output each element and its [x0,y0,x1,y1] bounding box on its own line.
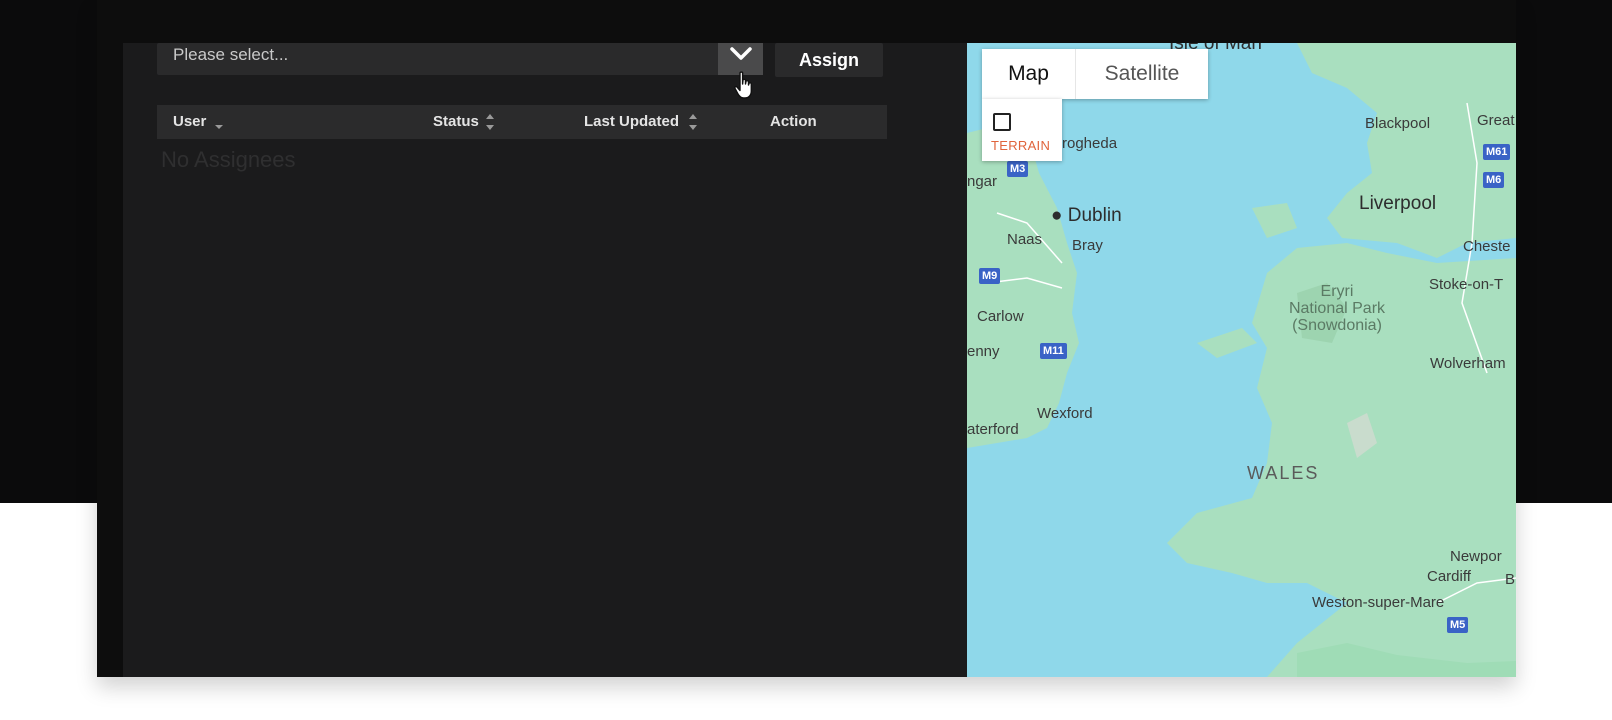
map-label-ngar: ngar [967,173,998,190]
map-label-eryri-line3: (Snowdonia) [1292,317,1382,334]
map-label-bray: Bray [1072,237,1103,254]
terrain-label: TERRAIN [991,138,1051,153]
terrain-toggle[interactable]: TERRAIN [982,99,1062,161]
map-label-chester: Cheste [1463,238,1511,255]
map-label-eryri-line2: National Park [1288,300,1386,317]
map-label-wolverhampton: Wolverham [1430,355,1506,372]
sort-desc-icon[interactable] [213,112,225,132]
column-header-last-updated-label: Last Updated [584,113,680,130]
column-header-status[interactable]: Status [433,105,479,139]
map-label-drogheda: rogheda [1062,135,1118,152]
column-header-status-label: Status [433,113,479,130]
user-select[interactable]: Please select... [157,43,763,75]
map-label-great: Great [1477,112,1515,129]
map-label-cardiff: Cardiff [1427,568,1471,585]
map-label-waterford: aterford [967,421,1019,438]
motorway-shield-m9: M9 [979,268,1001,284]
assignees-table-header: User Status Last Updated Action [157,105,887,139]
motorway-shield-m11: M11 [1040,343,1067,359]
empty-assignees-message: No Assignees [161,147,296,172]
chevron-down-icon [730,47,752,60]
map-type-satellite-button[interactable]: Satellite [1076,49,1208,99]
motorway-shield-m6: M6 [1483,172,1505,188]
map-label-dublin-text: Dublin [1067,205,1122,226]
sort-both-icon[interactable] [484,112,496,132]
map-type-control: Map Satellite [982,49,1208,99]
motorway-shield-m3: M3 [1007,161,1029,177]
hand-pointer-cursor-icon [734,71,752,99]
column-header-user-label: User [173,113,207,130]
map-label-liverpool: Liverpool [1359,193,1437,214]
assignee-panel: Please select... Assign User Status Last… [123,43,967,677]
assign-button[interactable]: Assign [775,43,883,77]
map-type-map-button[interactable]: Map [982,49,1076,99]
map-label-blackpool: Blackpool [1365,115,1431,132]
column-header-action-label: Action [770,113,817,130]
map-view[interactable]: Isle of Man rogheda ngar ● Dublin Naas B… [967,43,1516,677]
map-label-eryri: Eryri National Park (Snowdonia) [1277,283,1397,334]
map-label-eryri-line1: Eryri [1320,283,1354,300]
map-label-carlow: Carlow [977,308,1024,325]
terrain-checkbox[interactable] [993,113,1011,131]
map-label-newport: Newpor [1450,548,1502,565]
map-label-stoke: Stoke-on-T [1429,276,1504,293]
map-label-wexford: Wexford [1037,405,1093,422]
map-label-bristol: B [1505,571,1516,588]
column-header-user[interactable]: User [173,105,206,139]
motorway-shield-m5: M5 [1447,617,1469,633]
motorway-shield-m61: M61 [1483,144,1511,160]
user-select-placeholder: Please select... [173,45,289,64]
map-label-weston: Weston-super-Mare [1312,594,1445,611]
sort-both-icon[interactable] [687,112,699,132]
column-header-action: Action [770,105,817,139]
column-header-last-updated[interactable]: Last Updated [584,105,679,139]
map-label-dublin: ● Dublin [1051,205,1122,226]
map-label-wales: WALES [1247,463,1320,483]
map-label-naas: Naas [1007,231,1043,248]
map-label-enny: enny [967,343,1000,360]
